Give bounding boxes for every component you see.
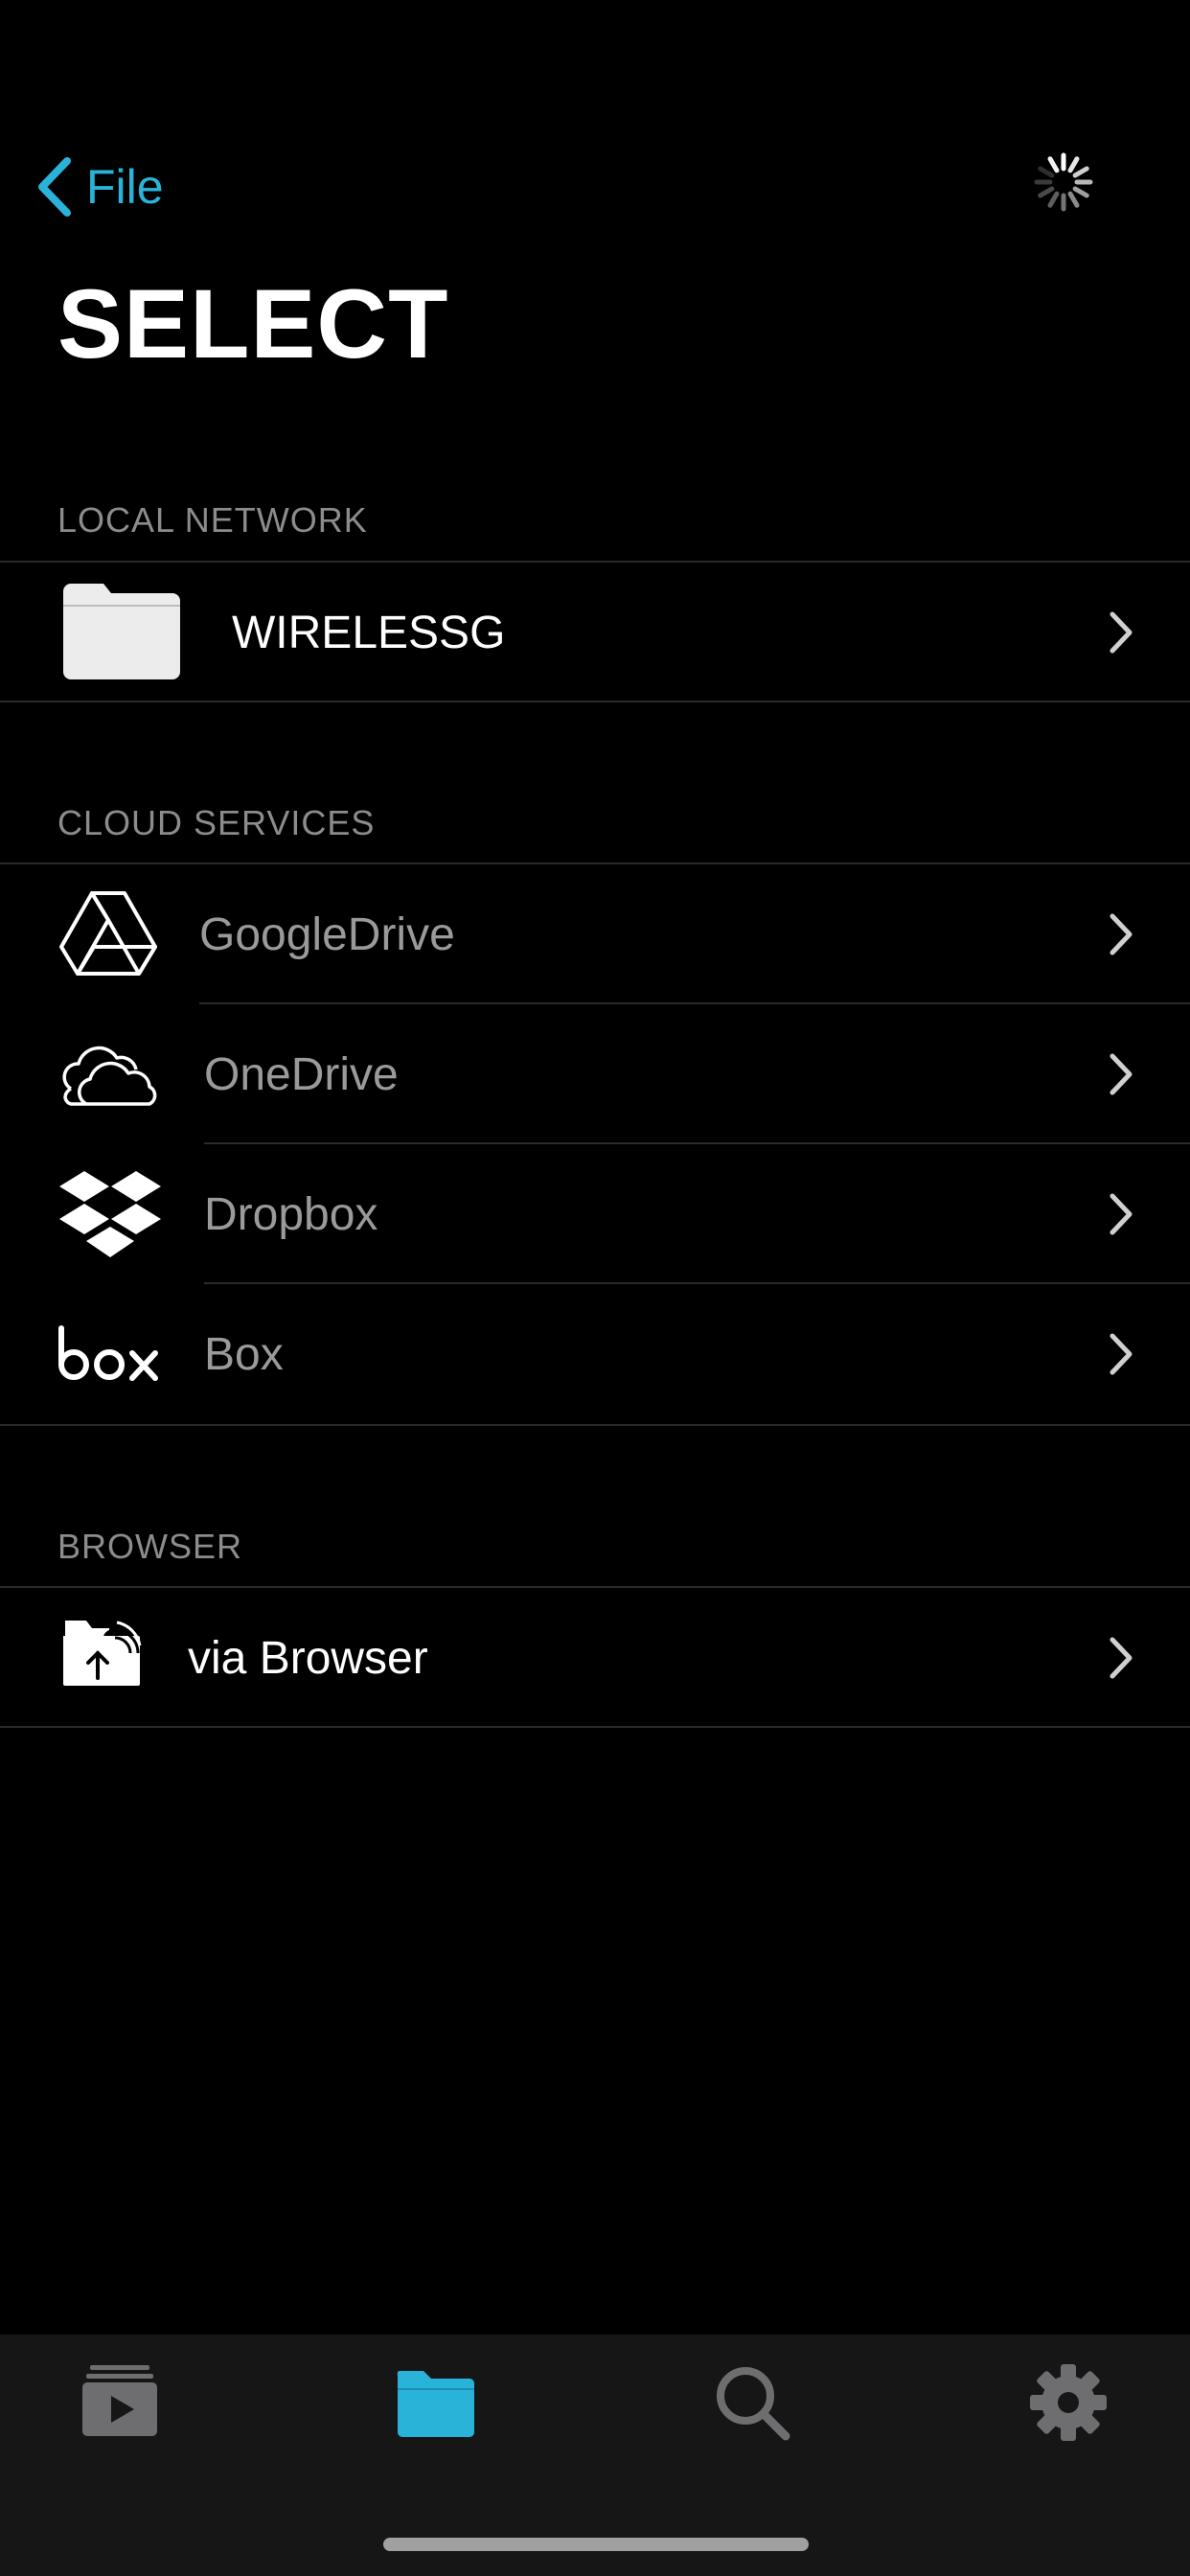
- onedrive-icon: [62, 1046, 157, 1106]
- media-library-icon[interactable]: [77, 2359, 163, 2446]
- list-item-label: GoogleDrive: [199, 908, 455, 960]
- section-header-local-network: LOCAL NETWORK: [57, 500, 368, 540]
- list-item-via-browser[interactable]: via Browser: [0, 1588, 1190, 1728]
- google-drive-icon: [59, 891, 157, 976]
- folder-icon[interactable]: [393, 2359, 479, 2446]
- list-item-label: via Browser: [188, 1632, 428, 1684]
- folder-upload-wifi-icon: [63, 1621, 142, 1686]
- chevron-right-icon: [1110, 1637, 1133, 1679]
- list-item-onedrive[interactable]: OneDrive: [0, 1004, 1190, 1144]
- dropbox-icon: [59, 1171, 161, 1257]
- divider: [0, 1726, 1190, 1728]
- chevron-right-icon: [1110, 1053, 1133, 1095]
- section-header-browser: BROWSER: [57, 1527, 243, 1566]
- chevron-right-icon: [1110, 611, 1133, 654]
- list-item-label: Box: [204, 1328, 284, 1380]
- page-title: SELECT: [57, 269, 449, 379]
- list-item-label: Dropbox: [204, 1188, 378, 1240]
- home-indicator: [383, 2538, 809, 2551]
- chevron-right-icon: [1110, 1333, 1133, 1375]
- chevron-left-icon: [38, 157, 71, 217]
- list-item-label: OneDrive: [204, 1048, 399, 1100]
- list-item-box[interactable]: Box: [0, 1284, 1190, 1424]
- list-item-googledrive[interactable]: GoogleDrive: [0, 864, 1190, 1004]
- section-header-cloud-services: CLOUD SERVICES: [57, 803, 376, 842]
- chevron-right-icon: [1110, 1193, 1133, 1235]
- back-button[interactable]: File: [34, 153, 164, 220]
- divider: [0, 701, 1190, 702]
- search-icon[interactable]: [709, 2359, 795, 2446]
- back-button-label: File: [86, 160, 164, 214]
- list-item-wirelessg[interactable]: WIRELESSG: [0, 563, 1190, 702]
- folder-icon: [63, 584, 180, 679]
- chevron-right-icon: [1110, 913, 1133, 955]
- divider: [0, 1424, 1190, 1426]
- gear-icon[interactable]: [1025, 2359, 1111, 2446]
- list-item-dropbox[interactable]: Dropbox: [0, 1144, 1190, 1284]
- spinner-icon: [1034, 152, 1093, 212]
- box-icon: [58, 1325, 158, 1381]
- list-item-label: WIRELESSG: [232, 607, 506, 658]
